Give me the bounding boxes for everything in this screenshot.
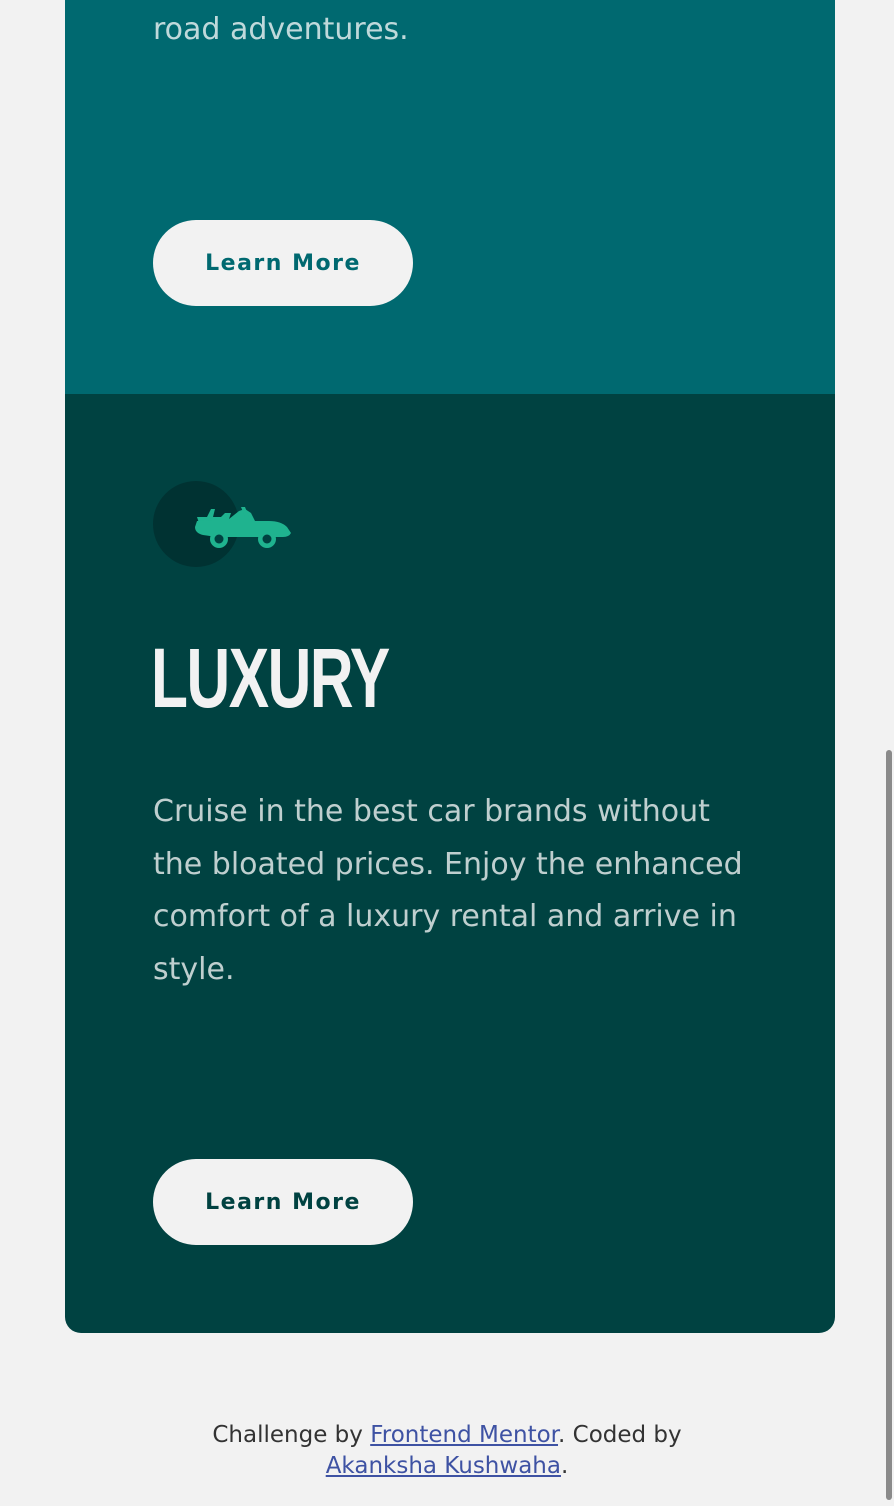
author-link[interactable]: Akanksha Kushwaha xyxy=(326,1453,561,1479)
card-luxury: LUXURY Cruise in the best car brands wit… xyxy=(65,394,835,1333)
luxury-title: LUXURY xyxy=(151,631,390,725)
luxury-icon-wrapper xyxy=(153,481,313,571)
scrollbar-thumb[interactable] xyxy=(886,750,892,1500)
suv-learn-more-button[interactable]: Learn More xyxy=(153,220,413,306)
suv-description: road adventures. xyxy=(153,12,409,47)
car-icon xyxy=(195,507,291,548)
luxury-description: Cruise in the best car brands without th… xyxy=(153,794,743,987)
attribution-middle: . Coded by xyxy=(558,1422,682,1448)
attribution: Challenge by Frontend Mentor. Coded by A… xyxy=(0,1420,894,1482)
attribution-prefix: Challenge by xyxy=(212,1422,363,1448)
page: road adventures. Learn More LUXURY Cruis… xyxy=(0,0,894,1506)
luxury-learn-more-button[interactable]: Learn More xyxy=(153,1159,413,1245)
card-suv: road adventures. Learn More xyxy=(65,0,835,394)
scrollbar[interactable] xyxy=(882,0,894,1506)
frontend-mentor-link[interactable]: Frontend Mentor xyxy=(370,1422,558,1448)
attribution-suffix: . xyxy=(560,1453,569,1479)
